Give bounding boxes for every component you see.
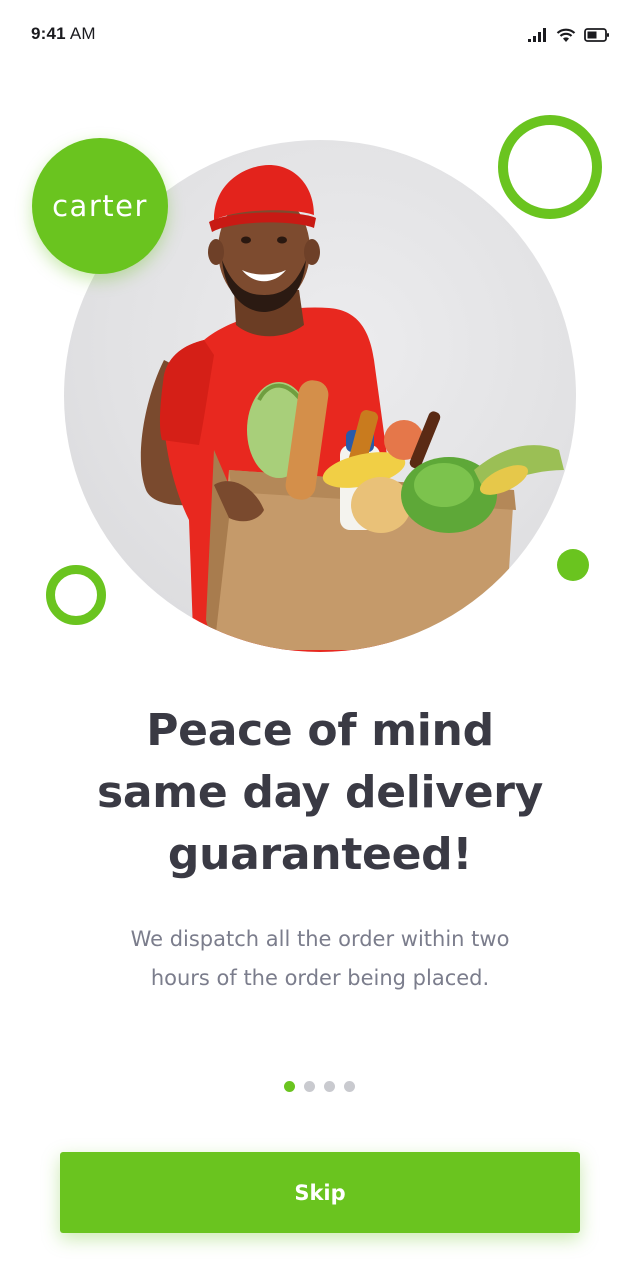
onboarding-headline: Peace of mind same day delivery guarante… — [40, 700, 600, 886]
status-icons — [528, 24, 610, 46]
wifi-icon — [556, 28, 576, 42]
status-time: 9:41 AM — [31, 24, 96, 43]
headline-line: same day delivery — [96, 767, 544, 818]
decorative-ring-large — [498, 115, 602, 219]
page-dot-1[interactable] — [284, 1081, 295, 1092]
skip-button[interactable]: Skip — [60, 1152, 580, 1233]
carter-logo: carter — [32, 138, 168, 274]
page-dot-4[interactable] — [344, 1081, 355, 1092]
page-dot-3[interactable] — [324, 1081, 335, 1092]
decorative-ring-small — [46, 565, 106, 625]
description-line: We dispatch all the order within two — [130, 927, 510, 951]
battery-icon — [584, 28, 609, 42]
onboarding-description: We dispatch all the order within two hou… — [60, 920, 580, 998]
logo-text: carter — [52, 189, 148, 223]
decorative-dot — [557, 549, 589, 581]
page-dot-2[interactable] — [304, 1081, 315, 1092]
cellular-signal-icon — [528, 28, 546, 42]
skip-button-label: Skip — [294, 1180, 346, 1205]
description-line: hours of the order being placed. — [150, 966, 490, 990]
headline-line: guaranteed! — [167, 829, 473, 880]
status-bar: 9:41 AM — [0, 0, 640, 70]
page-indicator — [284, 1081, 355, 1092]
headline-line: Peace of mind — [146, 705, 494, 756]
